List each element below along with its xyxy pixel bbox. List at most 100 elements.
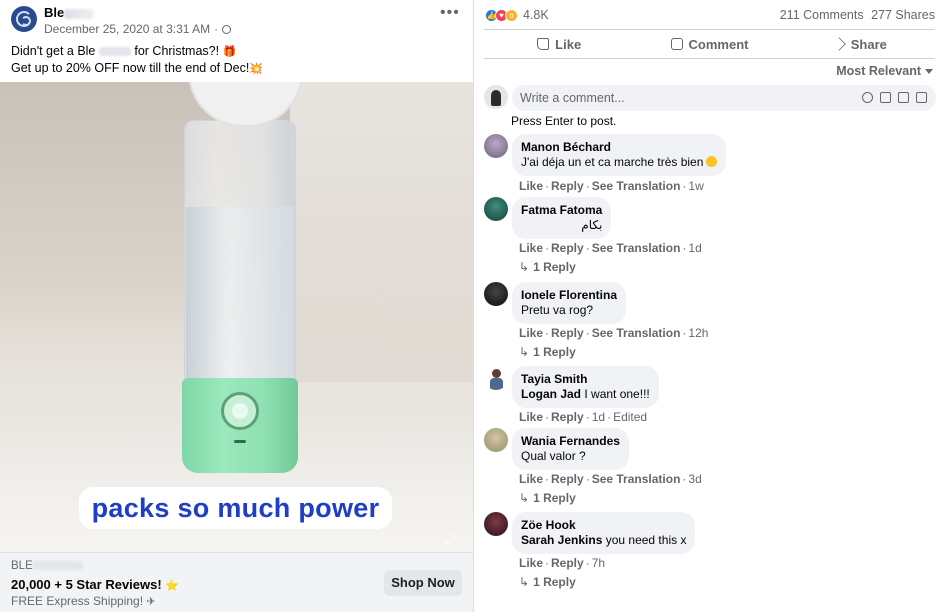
comment-like-link[interactable]: Like: [519, 179, 543, 193]
ad-headline: 20,000 + 5 Star Reviews! ⭐: [11, 577, 179, 592]
see-translation-link[interactable]: See Translation: [592, 241, 681, 255]
avatar[interactable]: [484, 134, 508, 158]
commenter-name[interactable]: Zöe Hook: [521, 518, 686, 533]
sort-label: Most Relevant: [836, 64, 921, 78]
reply-count-text[interactable]: 1 Reply: [533, 491, 576, 505]
wow-icon: o: [505, 8, 518, 22]
comment-body: you need this x: [605, 533, 687, 547]
sticker-icon[interactable]: [916, 92, 927, 103]
comment-like-link[interactable]: Like: [519, 556, 543, 570]
view-replies-link[interactable]: ↳ 1 Reply: [519, 260, 576, 274]
comment-time[interactable]: 3d: [688, 472, 701, 486]
comment-reply-link[interactable]: Reply: [551, 179, 584, 193]
blender-power-button: [221, 392, 259, 430]
star-icon: ⭐: [165, 580, 180, 592]
comment-reply-link[interactable]: Reply: [551, 556, 584, 570]
comment-time[interactable]: 7h: [592, 556, 605, 570]
avatar[interactable]: [484, 197, 508, 221]
like-button[interactable]: Like: [484, 32, 634, 56]
comment-time[interactable]: 12h: [688, 326, 708, 340]
comments-count[interactable]: 211 Comments: [780, 8, 864, 22]
plane-icon: ✈: [146, 596, 156, 608]
comment-reply-link[interactable]: Reply: [551, 410, 584, 424]
page-name[interactable]: Ble: [44, 5, 95, 20]
caret-down-icon: [925, 69, 933, 75]
swirl-logo-icon: [16, 11, 32, 27]
comment-bubble: Ionele Florentina Pretu va rog?: [512, 282, 627, 324]
blurred-text: [98, 47, 131, 57]
reaction-count[interactable]: 4.8K: [523, 8, 549, 22]
comment-reply-link[interactable]: Reply: [551, 326, 584, 340]
gif-icon[interactable]: [898, 92, 909, 103]
page-avatar[interactable]: [11, 6, 37, 32]
comment-reply-link[interactable]: Reply: [551, 472, 584, 486]
post-header: Ble December 25, 2020 at 3:31 AM · ••• Di…: [0, 0, 473, 80]
reply-count-text[interactable]: 1 Reply: [533, 260, 576, 274]
view-replies-link[interactable]: ↳ 1 Reply: [519, 491, 576, 505]
reply-count-text[interactable]: 1 Reply: [533, 575, 576, 589]
blurred-text: [64, 8, 95, 19]
comment-text: Logan Jad I want one!!!: [521, 387, 650, 402]
like-label: Like: [555, 36, 582, 52]
comment-time[interactable]: 1d: [592, 410, 605, 424]
more-options-icon[interactable]: •••: [440, 5, 460, 21]
post-stats: 211 Comments 277 Shares: [780, 8, 935, 22]
comment-button[interactable]: Comment: [634, 32, 784, 56]
post-video[interactable]: packs so much power ⤢: [0, 82, 473, 552]
post-date[interactable]: December 25, 2020 at 3:31 AM ·: [44, 22, 232, 36]
mention-link[interactable]: Logan Jad: [521, 387, 581, 401]
composer-hint: Press Enter to post.: [511, 114, 617, 128]
view-replies-link[interactable]: ↳ 1 Reply: [519, 345, 576, 359]
commenter-name[interactable]: Wania Fernandes: [521, 434, 620, 449]
divider: [484, 58, 935, 59]
comment-like-link[interactable]: Like: [519, 326, 543, 340]
comment-time[interactable]: 1w: [688, 179, 703, 193]
comment-reply-link[interactable]: Reply: [551, 241, 584, 255]
video-caption: packs so much power: [79, 487, 392, 529]
commenter-name[interactable]: Fatma Fatoma: [521, 203, 602, 218]
avatar[interactable]: [484, 85, 508, 109]
comment-composer: [484, 85, 936, 111]
comment-body: I want one!!!: [584, 387, 650, 401]
comment-like-link[interactable]: Like: [519, 241, 543, 255]
ad-footer[interactable]: BLE 20,000 + 5 Star Reviews! ⭐ FREE Expr…: [0, 552, 473, 612]
avatar[interactable]: [484, 512, 508, 536]
comment-time[interactable]: 1d: [688, 241, 701, 255]
comment-actions: Like · Reply · 1d · Edited: [519, 410, 648, 424]
reaction-summary[interactable]: 👍 ♥ o 4.8K: [485, 8, 549, 22]
comment-actions: Like · Reply · See Translation · 1w: [519, 179, 704, 193]
post-date-text[interactable]: December 25, 2020 at 3:31 AM: [44, 22, 210, 36]
thumbs-up-icon: [537, 38, 550, 50]
commenter-name[interactable]: Ionele Florentina: [521, 288, 617, 303]
comment-text: Sarah Jenkins you need this x: [521, 533, 686, 548]
page-name-text[interactable]: Ble: [44, 5, 64, 20]
avatar[interactable]: [484, 366, 508, 390]
comment-bubble: Tayia Smith Logan Jad I want one!!!: [512, 366, 659, 408]
ad-domain: BLE: [11, 560, 83, 572]
sort-dropdown[interactable]: Most Relevant: [836, 64, 933, 78]
commenter-name[interactable]: Manon Béchard: [521, 140, 717, 155]
camera-icon[interactable]: [880, 92, 891, 103]
see-translation-link[interactable]: See Translation: [592, 326, 681, 340]
mention-link[interactable]: Sarah Jenkins: [521, 533, 602, 547]
see-translation-link[interactable]: See Translation: [592, 472, 681, 486]
share-button[interactable]: Share: [785, 32, 935, 56]
shop-now-button[interactable]: Shop Now: [384, 570, 462, 596]
see-translation-link[interactable]: See Translation: [592, 179, 681, 193]
comment-text: بكام: [581, 218, 603, 232]
post-text: Didn't get a Ble for Christmas?! 🎁 Get u…: [11, 43, 263, 77]
comment-like-link[interactable]: Like: [519, 410, 543, 424]
comment-like-link[interactable]: Like: [519, 472, 543, 486]
emoji-icon[interactable]: [862, 92, 873, 103]
comment-text: J'ai déja un et ca marche très bien: [521, 155, 718, 170]
comment-label: Comment: [688, 36, 749, 52]
post-text-line2: Get up to 20% OFF now till the end of De…: [11, 61, 250, 75]
shares-count[interactable]: 277 Shares: [871, 8, 935, 22]
commenter-name[interactable]: Tayia Smith: [521, 372, 650, 387]
view-replies-link[interactable]: ↳ 1 Reply: [519, 575, 576, 589]
expand-icon[interactable]: ⤢: [445, 532, 455, 548]
avatar[interactable]: [484, 282, 508, 306]
reply-count-text[interactable]: 1 Reply: [533, 345, 576, 359]
smile-emoji-icon: [706, 156, 718, 167]
avatar[interactable]: [484, 428, 508, 452]
